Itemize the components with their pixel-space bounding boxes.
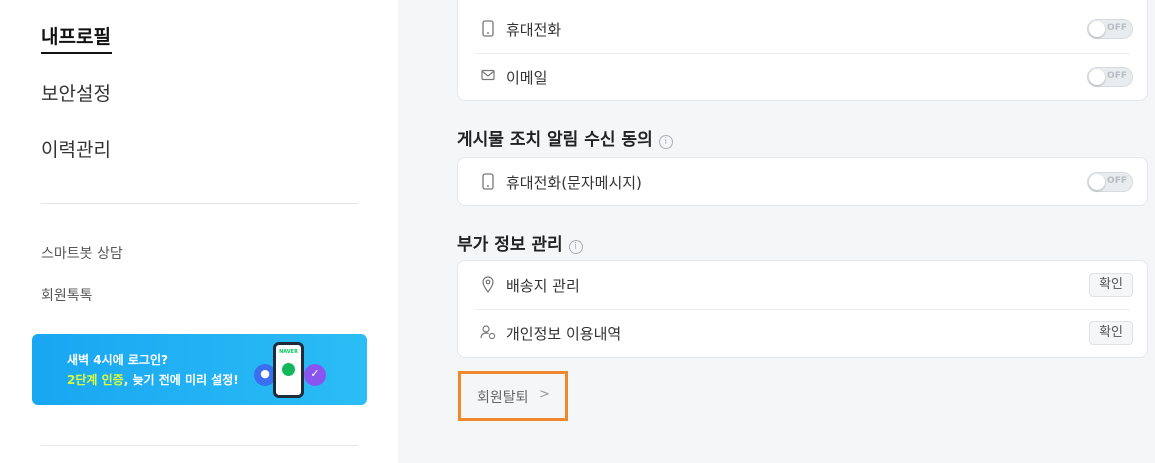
toggle-knob (1089, 69, 1105, 85)
withdraw-button[interactable]: 회원탈퇴 > (458, 371, 568, 421)
info-icon[interactable]: i (568, 240, 583, 254)
link-member-talktalk[interactable]: 회원톡톡 (41, 285, 93, 305)
link-smartbot-consult[interactable]: 스마트봇 상담 (41, 243, 123, 263)
post-action-card: 휴대전화(문자메시지) OFF (457, 157, 1148, 206)
two-factor-banner[interactable]: 새벽 4시에 로그인? 2단계 인증, 늦기 전에 미리 설정! ● NAVER… (32, 334, 367, 405)
banner-line2-rest: , 늦기 전에 미리 설정! (123, 373, 239, 387)
withdraw-label: 회원탈퇴 (477, 390, 529, 406)
phone-icon: NAVER (273, 342, 304, 398)
section-title-extra-info: 부가 정보 관리 i (457, 230, 583, 255)
chevron-right-icon: > (539, 387, 550, 402)
confirm-privacy-usage-button[interactable]: 확인 (1089, 321, 1133, 345)
sidebar: 내프로필 보안설정 이력관리 스마트봇 상담 회원톡톡 새벽 4시에 로그인? … (0, 0, 398, 463)
location-pin-icon (480, 276, 496, 294)
banner-highlight: 2단계 인증 (67, 373, 124, 387)
user-badge-icon (282, 363, 295, 376)
mobile-phone-icon (480, 20, 496, 38)
mobile-phone-icon (480, 173, 496, 191)
info-icon[interactable]: i (658, 135, 673, 149)
phone-brand: NAVER (279, 349, 298, 355)
mail-icon (480, 68, 496, 86)
list-item: 이메일 OFF (458, 53, 1147, 101)
list-item: 개인정보 이용내역 확인 (458, 309, 1147, 357)
section-title-text: 부가 정보 관리 (457, 235, 563, 255)
nav-security-settings[interactable]: 보안설정 (41, 79, 111, 106)
banner-line2: 2단계 인증, 늦기 전에 미리 설정! (67, 371, 239, 388)
toggle-state: OFF (1107, 23, 1127, 33)
sms-toggle[interactable]: OFF (1087, 172, 1133, 192)
toggle-state: OFF (1107, 176, 1127, 186)
banner-line1: 새벽 4시에 로그인? (67, 353, 168, 367)
list-item: 휴대전화(문자메시지) OFF (458, 158, 1147, 206)
nav-history-management[interactable]: 이력관리 (41, 135, 111, 162)
sidebar-divider (41, 203, 358, 204)
nav-my-profile[interactable]: 내프로필 (41, 22, 111, 49)
toggle-knob (1089, 174, 1105, 190)
row-label: 이메일 (506, 69, 548, 87)
row-label: 휴대전화(문자메시지) (506, 174, 642, 192)
notification-card: 휴대전화 OFF 이메일 OFF (457, 0, 1148, 101)
list-item: 휴대전화 OFF (458, 5, 1147, 53)
extra-info-card: 배송지 관리 확인 개인정보 이용내역 확인 (457, 260, 1148, 358)
confirm-address-button[interactable]: 확인 (1089, 273, 1133, 297)
user-privacy-icon (480, 324, 496, 342)
row-label: 개인정보 이용내역 (506, 325, 622, 343)
list-item: 배송지 관리 확인 (458, 261, 1147, 309)
shield-icon: ✓ (304, 364, 326, 386)
toggle-knob (1089, 21, 1105, 37)
phone-toggle[interactable]: OFF (1087, 19, 1133, 39)
sidebar-divider-bottom (41, 445, 358, 446)
row-label: 배송지 관리 (506, 277, 580, 295)
toggle-state: OFF (1107, 71, 1127, 81)
active-nav-underline (41, 52, 112, 54)
section-title-post-action: 게시물 조치 알림 수신 동의 i (457, 125, 673, 150)
email-toggle[interactable]: OFF (1087, 67, 1133, 87)
section-title-text: 게시물 조치 알림 수신 동의 (457, 130, 653, 150)
row-label: 휴대전화 (506, 21, 562, 39)
